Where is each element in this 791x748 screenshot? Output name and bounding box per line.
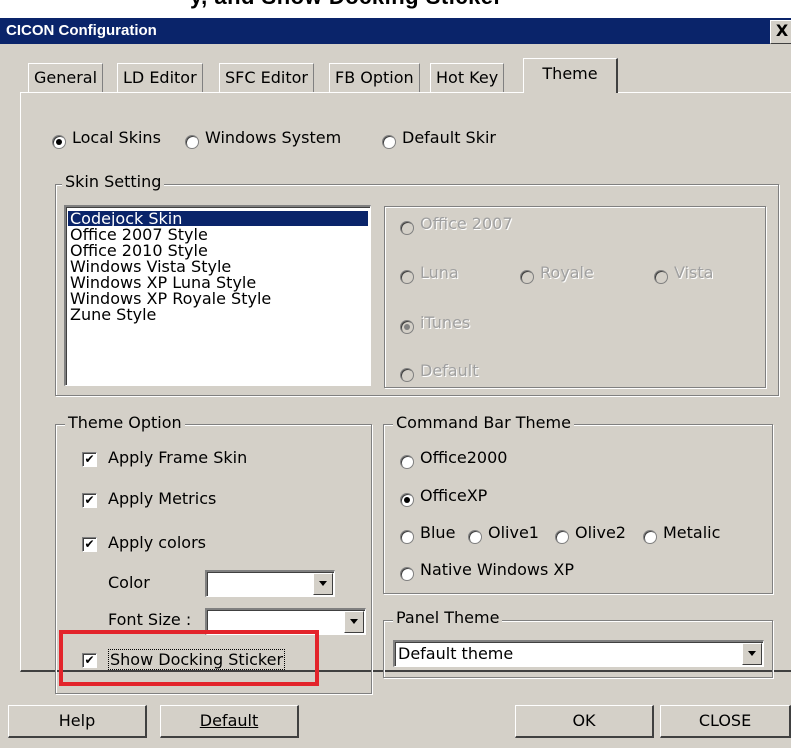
native-windows-xp-label[interactable]: Native Windows XP (420, 560, 574, 579)
default-style-radio (400, 368, 414, 382)
luna-radio (400, 270, 414, 284)
royale-label: Royale (540, 263, 594, 282)
blue-label[interactable]: Blue (420, 523, 455, 542)
skin-list-item[interactable]: Office 2007 Style (68, 227, 368, 243)
font-size-label: Font Size : (108, 610, 192, 629)
windows-system-radio[interactable] (185, 135, 199, 149)
panel-theme-combo[interactable]: Default theme (393, 640, 764, 667)
office-2007-label: Office 2007 (420, 214, 513, 233)
panel-theme-legend: Panel Theme (393, 608, 503, 627)
apply-metrics-label[interactable]: Apply Metrics (108, 489, 216, 508)
command-bar-theme-legend: Command Bar Theme (393, 413, 574, 432)
luna-label: Luna (420, 263, 459, 282)
skin-list-item[interactable]: Windows Vista Style (68, 259, 368, 275)
apply-colors-label[interactable]: Apply colors (108, 533, 206, 552)
theme-option-legend: Theme Option (65, 413, 185, 432)
close-button[interactable]: CLOSE (660, 705, 791, 738)
tab-theme[interactable]: Theme (523, 58, 618, 93)
local-skins-label[interactable]: Local Skins (72, 128, 161, 147)
skin-list-item[interactable]: Windows XP Luna Style (68, 275, 368, 291)
vista-radio (654, 270, 668, 284)
skin-list-item[interactable]: Codejock Skin (68, 211, 368, 227)
windows-system-label[interactable]: Windows System (205, 128, 341, 147)
skin-list-item[interactable]: Windows XP Royale Style (68, 291, 368, 307)
color-combo[interactable] (205, 570, 335, 597)
help-button[interactable]: Help (8, 705, 147, 738)
page-heading-fragment: y, and Show Docking Sticker (190, 0, 503, 10)
skin-setting-legend: Skin Setting (62, 172, 165, 191)
olive1-radio[interactable] (468, 530, 482, 544)
office-2007-radio (400, 221, 414, 235)
olive2-label[interactable]: Olive2 (575, 523, 626, 542)
default-style-label: Default (420, 361, 479, 380)
chevron-down-icon[interactable] (742, 643, 762, 665)
window-title: CICON Configuration (6, 22, 157, 39)
default-button[interactable]: Default (160, 705, 299, 738)
default-skin-label[interactable]: Default Skir (402, 128, 496, 147)
skin-list-item[interactable]: Office 2010 Style (68, 243, 368, 259)
metalic-radio[interactable] (643, 530, 657, 544)
apply-colors-checkbox[interactable]: ✔ (82, 537, 97, 552)
apply-frame-skin-label[interactable]: Apply Frame Skin (108, 448, 247, 467)
default-skin-radio[interactable] (382, 135, 396, 149)
apply-metrics-checkbox[interactable]: ✔ (82, 493, 97, 508)
itunes-radio (400, 320, 414, 334)
panel-theme-value: Default theme (398, 644, 514, 663)
chevron-down-icon[interactable] (313, 573, 333, 595)
tab-sfc-editor[interactable]: SFC Editor (219, 63, 314, 92)
office2000-label[interactable]: Office2000 (420, 448, 507, 467)
tab-general[interactable]: General (28, 63, 104, 92)
tab-hot-key[interactable]: Hot Key (430, 63, 505, 92)
itunes-label: iTunes (420, 313, 471, 332)
color-label: Color (108, 573, 150, 592)
local-skins-radio[interactable] (52, 135, 66, 149)
tab-fb-option[interactable]: FB Option (329, 63, 420, 92)
metalic-label[interactable]: Metalic (663, 523, 720, 542)
native-windows-xp-radio[interactable] (400, 567, 414, 581)
apply-frame-skin-checkbox[interactable]: ✔ (82, 452, 97, 467)
officexp-label[interactable]: OfficeXP (420, 486, 487, 505)
olive1-label[interactable]: Olive1 (488, 523, 539, 542)
royale-radio (520, 270, 534, 284)
annotation-highlight-box (59, 630, 319, 686)
olive2-radio[interactable] (555, 530, 569, 544)
skin-listbox[interactable]: Codejock Skin Office 2007 Style Office 2… (64, 205, 371, 386)
close-icon[interactable]: X (770, 20, 791, 44)
vista-label: Vista (674, 263, 714, 282)
office2000-radio[interactable] (400, 455, 414, 469)
ok-button[interactable]: OK (515, 705, 654, 738)
chevron-down-icon[interactable] (344, 611, 364, 633)
skin-list-item[interactable]: Zune Style (68, 307, 368, 323)
tab-ld-editor[interactable]: LD Editor (117, 63, 203, 92)
officexp-radio[interactable] (400, 493, 414, 507)
blue-radio[interactable] (400, 530, 414, 544)
